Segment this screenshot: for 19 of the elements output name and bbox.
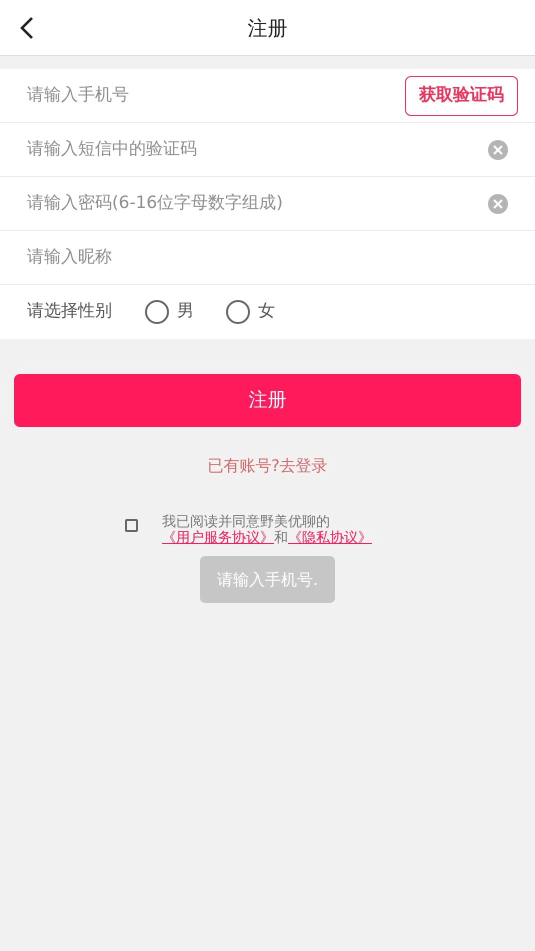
toast: 请输入手机号. [200, 556, 335, 603]
privacy-link[interactable]: 《隐私协议》 [288, 530, 372, 546]
radio-icon[interactable] [145, 300, 169, 324]
input-field[interactable]: 请输入短信中的验证码 [27, 136, 488, 162]
agreement-text: 我已阅读并同意野美优聊的 《用户服务协议》和《隐私协议》 [162, 514, 373, 546]
radio-option[interactable]: 女 [226, 299, 275, 325]
radio-option[interactable]: 男 [145, 299, 194, 325]
page-title: 注册 [248, 14, 288, 42]
radio-icon[interactable] [226, 300, 250, 324]
input-field[interactable]: 请输入密码(6-16位字母数字组成) [27, 190, 488, 216]
user-agreement-link[interactable]: 《用户服务协议》 [162, 530, 274, 546]
gender-label: 请选择性别 [27, 300, 112, 324]
input-field[interactable]: 请输入手机号 [27, 82, 405, 108]
back-icon[interactable] [18, 16, 36, 40]
get-code-button[interactable]: 获取验证码 [405, 76, 518, 116]
login-link[interactable]: 已有账号?去登录 [207, 454, 328, 478]
register-button[interactable]: 注册 [14, 374, 521, 427]
agreement-checkbox[interactable] [125, 519, 138, 532]
input-field[interactable]: 请输入昵称 [27, 244, 519, 270]
